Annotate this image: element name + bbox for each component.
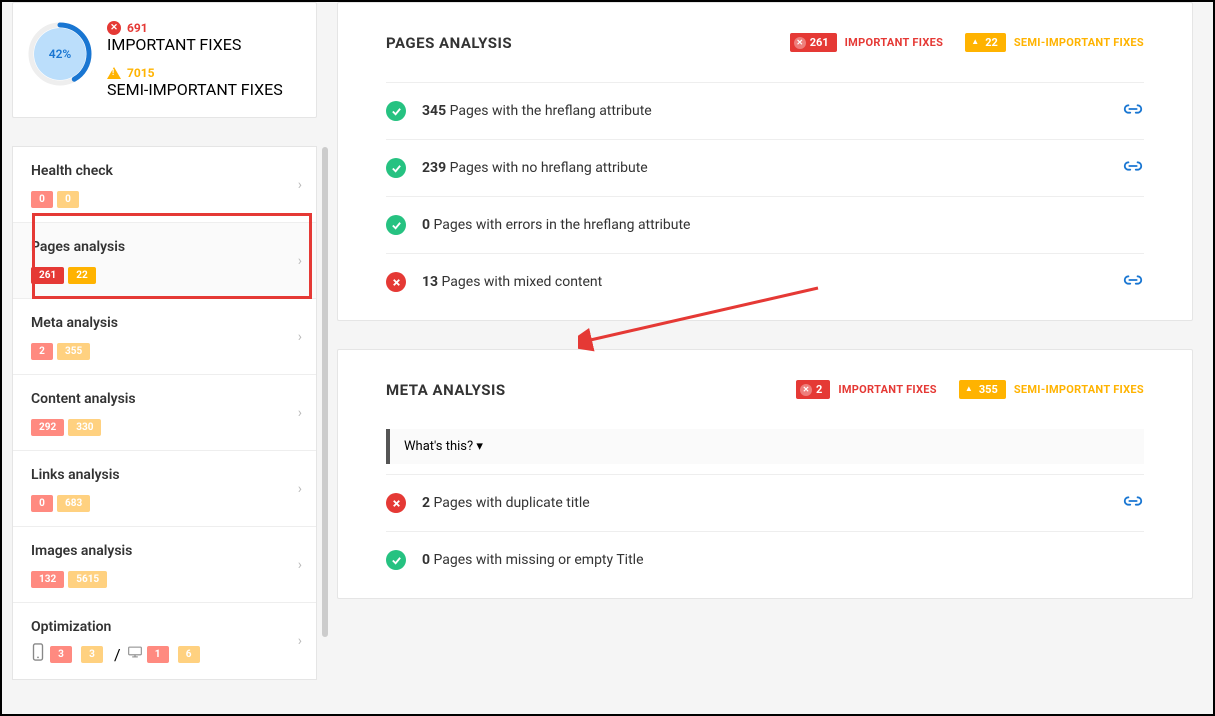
link-icon[interactable] bbox=[1122, 272, 1144, 292]
count-badge: 683 bbox=[57, 495, 90, 512]
sidebar-item-label: Images analysis bbox=[31, 543, 298, 559]
count-badge: 0 bbox=[31, 495, 53, 512]
whats-this-toggle[interactable]: What's this? ▾ bbox=[386, 429, 1144, 464]
sidebar-item-label: Content analysis bbox=[31, 391, 298, 407]
important-count: 691 bbox=[127, 21, 148, 35]
pages-analysis-panel: PAGES ANALYSIS ✕261 IMPORTANT FIXES ▲22 … bbox=[337, 2, 1193, 321]
sidebar-item-label: Health check bbox=[31, 163, 298, 179]
chevron-right-icon: › bbox=[298, 481, 302, 497]
semi-badge-label: SEMI-IMPORTANT FIXES bbox=[1014, 36, 1144, 49]
important-badge-label: IMPORTANT FIXES bbox=[838, 383, 937, 396]
panel-title: PAGES ANALYSIS bbox=[386, 34, 790, 52]
scrollbar[interactable] bbox=[322, 147, 328, 637]
check-icon bbox=[386, 550, 406, 570]
count-badge: 22 bbox=[68, 267, 95, 284]
health-score-donut: 42% bbox=[27, 21, 93, 87]
issue-text: 0 Pages with errors in the hreflang attr… bbox=[422, 217, 1144, 233]
meta-analysis-panel: META ANALYSIS ✕2 IMPORTANT FIXES ▲355 SE… bbox=[337, 349, 1193, 599]
issue-text: 2 Pages with duplicate title bbox=[422, 495, 1106, 511]
sidebar-item-optimization[interactable]: Optimization33/16› bbox=[13, 603, 316, 679]
chevron-right-icon: › bbox=[298, 557, 302, 573]
count-badge: 355 bbox=[57, 343, 90, 360]
health-percent: 42% bbox=[49, 47, 72, 61]
error-icon: ✕ bbox=[107, 21, 121, 35]
issue-row[interactable]: 239 Pages with no hreflang attribute bbox=[386, 139, 1144, 196]
chevron-right-icon: › bbox=[298, 177, 302, 193]
important-badge-label: IMPORTANT FIXES bbox=[845, 36, 944, 49]
sidebar-item-pages-analysis[interactable]: Pages analysis 26122 › bbox=[13, 223, 316, 299]
chevron-right-icon: › bbox=[298, 633, 302, 649]
count-badge: 330 bbox=[68, 419, 101, 436]
summary-card: 42% ✕ 691 IMPORTANT FIXES 7015 SEMI-IMPO… bbox=[12, 2, 317, 118]
issue-row[interactable]: 0 Pages with errors in the hreflang attr… bbox=[386, 196, 1144, 253]
sidebar-item-health-check[interactable]: Health check 00 › bbox=[13, 147, 316, 223]
warning-icon bbox=[107, 67, 121, 79]
issue-text: 13 Pages with mixed content bbox=[422, 274, 1106, 290]
desktop-icon bbox=[128, 643, 142, 665]
issue-row[interactable]: 2 Pages with duplicate title bbox=[386, 474, 1144, 531]
sidebar-item-label: Pages analysis bbox=[31, 239, 298, 255]
check-icon bbox=[386, 101, 406, 121]
count-badge: 3 bbox=[81, 646, 103, 663]
chevron-right-icon: › bbox=[298, 253, 302, 269]
semi-badge: ▲355 bbox=[959, 380, 1006, 399]
issue-row[interactable]: 0 Pages with missing or empty Title bbox=[386, 531, 1144, 588]
important-badge: ✕261 bbox=[790, 33, 837, 52]
count-badge: 6 bbox=[178, 646, 200, 663]
count-badge: 0 bbox=[57, 191, 79, 208]
chevron-right-icon: › bbox=[298, 405, 302, 421]
important-badge: ✕2 bbox=[796, 380, 830, 399]
semi-important-label: SEMI-IMPORTANT FIXES bbox=[107, 80, 283, 99]
sidebar-nav: Health check00›Pages analysis26122›Meta … bbox=[12, 146, 317, 680]
sidebar-item-meta-analysis[interactable]: Meta analysis 2355 › bbox=[13, 299, 316, 375]
semi-important-count: 7015 bbox=[127, 66, 155, 80]
semi-badge-label: SEMI-IMPORTANT FIXES bbox=[1014, 383, 1144, 396]
important-label: IMPORTANT FIXES bbox=[107, 35, 283, 54]
chevron-right-icon: › bbox=[298, 329, 302, 345]
panel-title: META ANALYSIS bbox=[386, 381, 796, 399]
count-badge: 5615 bbox=[68, 571, 107, 588]
count-badge: 1 bbox=[147, 646, 169, 663]
issue-text: 0 Pages with missing or empty Title bbox=[422, 552, 1144, 568]
sidebar-item-label: Links analysis bbox=[31, 467, 298, 483]
issue-row[interactable]: 13 Pages with mixed content bbox=[386, 253, 1144, 310]
issue-row[interactable]: 345 Pages with the hreflang attribute bbox=[386, 82, 1144, 139]
issue-text: 345 Pages with the hreflang attribute bbox=[422, 103, 1106, 119]
count-badge: 132 bbox=[31, 571, 64, 588]
link-icon[interactable] bbox=[1122, 101, 1144, 121]
count-badge: 0 bbox=[31, 191, 53, 208]
count-badge: 3 bbox=[50, 646, 72, 663]
check-icon bbox=[386, 158, 406, 178]
link-icon[interactable] bbox=[1122, 493, 1144, 513]
semi-badge: ▲22 bbox=[965, 33, 1006, 52]
sidebar-item-label: Meta analysis bbox=[31, 315, 298, 331]
sidebar-item-images-analysis[interactable]: Images analysis 1325615 › bbox=[13, 527, 316, 603]
sidebar-item-content-analysis[interactable]: Content analysis 292330 › bbox=[13, 375, 316, 451]
mobile-icon bbox=[31, 643, 45, 665]
count-badge: 261 bbox=[31, 267, 64, 284]
sidebar-item-label: Optimization bbox=[31, 619, 298, 635]
check-icon bbox=[386, 215, 406, 235]
link-icon[interactable] bbox=[1122, 158, 1144, 178]
count-badge: 2 bbox=[31, 343, 53, 360]
error-icon bbox=[386, 272, 406, 292]
sidebar-item-links-analysis[interactable]: Links analysis 0683 › bbox=[13, 451, 316, 527]
issue-text: 239 Pages with no hreflang attribute bbox=[422, 160, 1106, 176]
error-icon bbox=[386, 493, 406, 513]
count-badge: 292 bbox=[31, 419, 64, 436]
